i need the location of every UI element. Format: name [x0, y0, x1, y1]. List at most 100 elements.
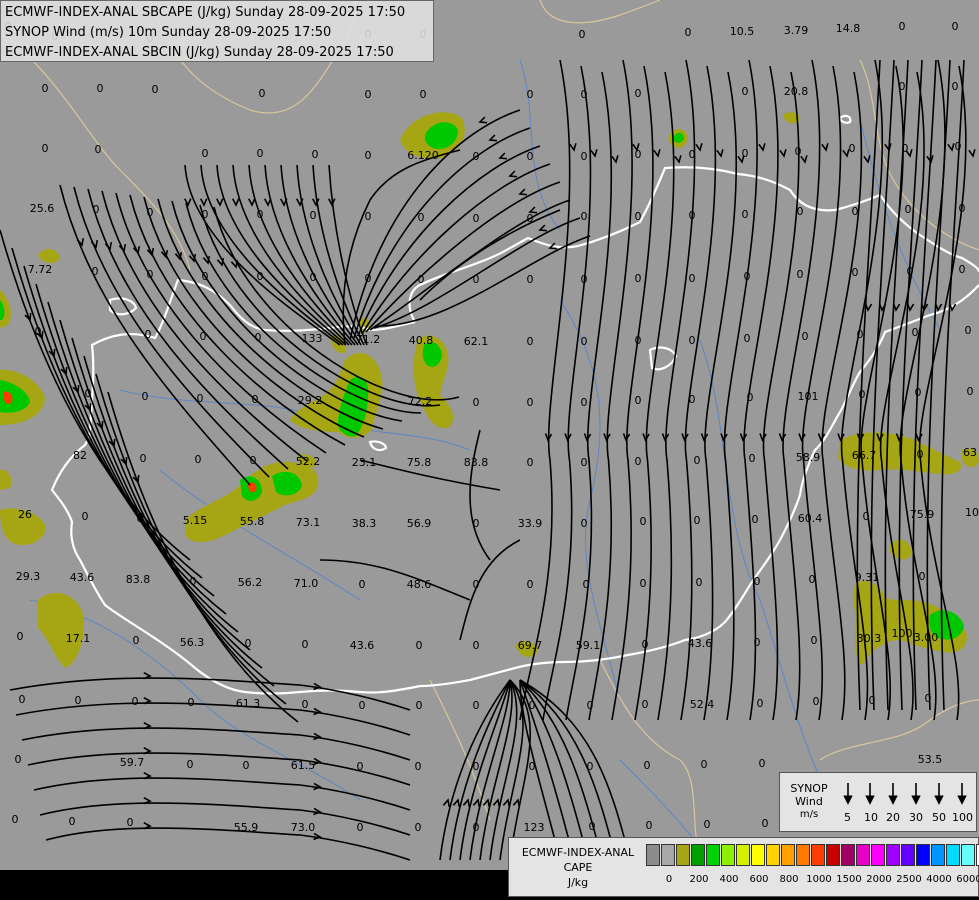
- value-label: 0: [473, 699, 480, 712]
- value-label: 0: [473, 517, 480, 530]
- value-label: 0: [689, 148, 696, 161]
- cape-swatch: [706, 844, 720, 866]
- value-label: 0: [689, 209, 696, 222]
- value-label: 0: [635, 210, 642, 223]
- value-label: 0: [583, 578, 590, 591]
- value-label: 69.7: [518, 639, 543, 652]
- cape-swatch: [736, 844, 750, 866]
- value-label: 0: [357, 821, 364, 834]
- value-label: 0: [527, 88, 534, 101]
- value-label: 62.1: [464, 335, 489, 348]
- value-label: 0: [640, 577, 647, 590]
- value-label: 0: [802, 330, 809, 343]
- cape-swatch: [646, 844, 660, 866]
- value-label: 0: [252, 393, 259, 406]
- cape-swatch: [691, 844, 705, 866]
- value-label: 0: [912, 326, 919, 339]
- value-label: 71.0: [294, 577, 319, 590]
- cape-swatch: [661, 844, 675, 866]
- cape-legend-title-line: ECMWF-INDEX-ANAL: [521, 846, 635, 859]
- value-label: 55.9: [234, 821, 259, 834]
- cape-tick-label: 1500: [836, 874, 862, 885]
- value-label: 10: [965, 506, 979, 519]
- value-label: 0: [635, 148, 642, 161]
- wind-legend-title-line: m/s: [799, 809, 819, 820]
- value-label: 0: [646, 819, 653, 832]
- value-label: 0: [635, 334, 642, 347]
- value-label: 72.2: [408, 395, 433, 408]
- value-label: 75.9: [910, 508, 935, 521]
- value-label: 0: [527, 150, 534, 163]
- cape-tick-label: 800: [779, 874, 799, 885]
- value-label: 0: [93, 203, 100, 216]
- value-label: 0: [757, 697, 764, 710]
- value-label: 0: [310, 271, 317, 284]
- cape-tick-label: 6000: [956, 874, 979, 885]
- value-label: 0: [859, 388, 866, 401]
- value-label: 0: [527, 456, 534, 469]
- value-label: 0: [952, 80, 959, 93]
- cape-color-legend: ECMWF-INDEX-ANAL CAPE J/kg 0 200 400 600 800…: [508, 837, 979, 897]
- cape-swatch: [901, 844, 915, 866]
- wind-speed-label: 30: [909, 811, 923, 824]
- value-label: 0: [473, 578, 480, 591]
- value-label: 0: [15, 753, 22, 766]
- value-label: 0: [809, 573, 816, 586]
- value-label: 0: [899, 80, 906, 93]
- value-label: 0: [635, 87, 642, 100]
- cape-legend-title: ECMWF-INDEX-ANAL CAPE J/kg: [513, 845, 643, 890]
- value-label: 0: [797, 205, 804, 218]
- value-label: 0: [902, 142, 909, 155]
- value-label: 0: [527, 335, 534, 348]
- value-label: 60.4: [798, 512, 823, 525]
- value-label: 83.8: [464, 456, 489, 469]
- cape-tick-label: 1000: [806, 874, 832, 885]
- value-label: 0: [42, 82, 49, 95]
- value-label: 0: [197, 392, 204, 405]
- wind-legend-arrows: [843, 783, 967, 805]
- value-label: 123: [524, 821, 545, 834]
- value-label: 29.2: [298, 394, 323, 407]
- value-label: 59.7: [120, 756, 145, 769]
- value-label: 0: [744, 332, 751, 345]
- value-label: 0: [250, 454, 257, 467]
- value-label: 0: [863, 510, 870, 523]
- value-label: 0: [473, 150, 480, 163]
- value-label: 100: [892, 627, 913, 640]
- value-label: 0: [302, 698, 309, 711]
- value-label: 0: [257, 270, 264, 283]
- value-label: 0: [644, 759, 651, 772]
- value-label: 0: [587, 699, 594, 712]
- value-label: 7.72: [28, 263, 53, 276]
- value-label: 0: [19, 693, 26, 706]
- value-label: 0: [527, 578, 534, 591]
- cape-swatch: [721, 844, 735, 866]
- value-label: 0: [587, 760, 594, 773]
- value-label: 0: [704, 818, 711, 831]
- value-label: 66.7: [852, 449, 877, 462]
- cape-tick-label: 4000: [926, 874, 952, 885]
- value-label: 0: [919, 570, 926, 583]
- value-label: 0: [259, 87, 266, 100]
- value-label: 0: [92, 265, 99, 278]
- value-label: 0: [147, 206, 154, 219]
- value-label: 56.3: [180, 636, 205, 649]
- value-label: 0: [640, 515, 647, 528]
- value-label: 82: [73, 449, 87, 462]
- value-label: 0: [959, 202, 966, 215]
- cape-swatch: [946, 844, 960, 866]
- value-label: 6.120: [407, 149, 439, 162]
- value-label: 0: [133, 634, 140, 647]
- value-label: 0: [689, 272, 696, 285]
- value-label: 0: [245, 637, 252, 650]
- value-label: 0: [581, 88, 588, 101]
- value-label: 0: [142, 390, 149, 403]
- value-label: 83.8: [126, 573, 151, 586]
- value-label: 0: [97, 82, 104, 95]
- value-label: 0: [917, 448, 924, 461]
- value-label: 0: [35, 325, 42, 338]
- cape-swatch: [931, 844, 945, 866]
- value-label: 0: [473, 639, 480, 652]
- cape-swatch: [841, 844, 855, 866]
- value-label: 0: [527, 273, 534, 286]
